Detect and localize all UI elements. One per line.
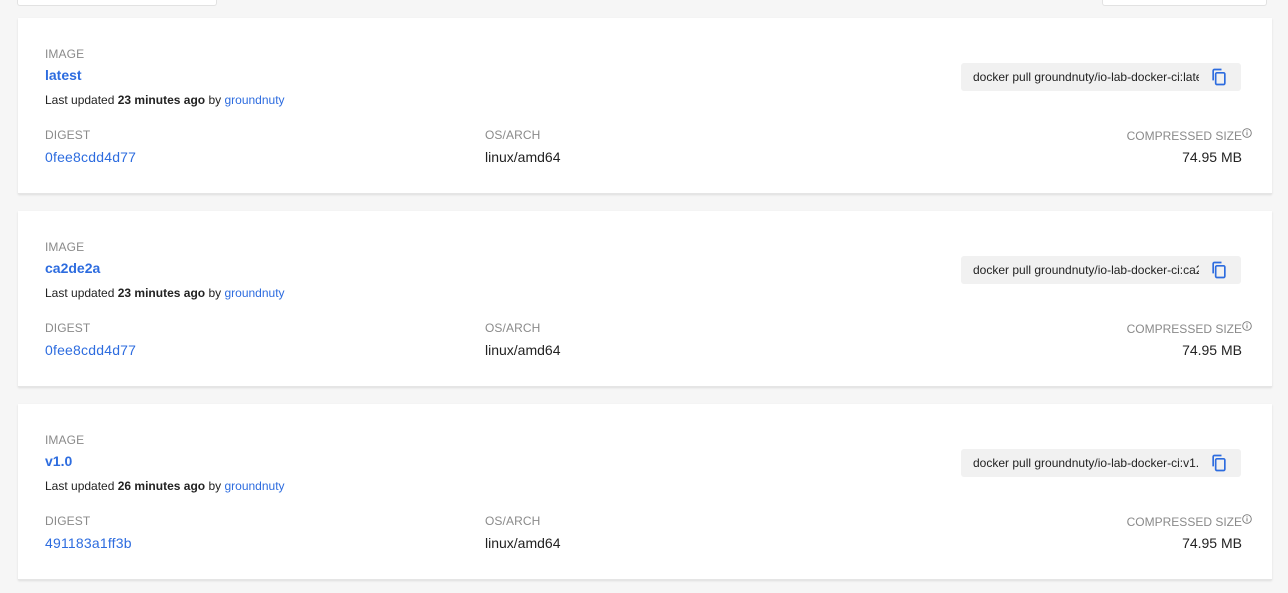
image-tag-link[interactable]: v1.0	[45, 453, 72, 469]
image-card: IMAGE v1.0 Last updated 26 minutes ago b…	[18, 404, 1272, 580]
copy-icon[interactable]	[1209, 67, 1229, 87]
image-label: IMAGE	[45, 433, 85, 447]
image-label: IMAGE	[45, 240, 85, 254]
os-arch-value: linux/amd64	[485, 342, 561, 358]
info-icon[interactable]	[1242, 128, 1252, 138]
compressed-size-label: COMPRESSED SIZE	[1126, 129, 1242, 143]
updated-by: by	[208, 286, 222, 300]
digest-link[interactable]: 0fee8cdd4d77	[45, 149, 136, 165]
user-link[interactable]: groundnuty	[224, 479, 284, 493]
pull-command-box[interactable]: docker pull groundnuty/io-lab-docker-ci:…	[961, 63, 1241, 91]
compressed-size-label: COMPRESSED SIZE	[1126, 515, 1242, 529]
copy-icon[interactable]	[1209, 453, 1229, 473]
updated-by: by	[208, 93, 222, 107]
user-link[interactable]: groundnuty	[224, 93, 284, 107]
last-updated: Last updated 26 minutes ago by groundnut…	[45, 479, 285, 493]
pull-command-text[interactable]: docker pull groundnuty/io-lab-docker-ci:…	[973, 263, 1199, 277]
pull-command-box[interactable]: docker pull groundnuty/io-lab-docker-ci:…	[961, 449, 1241, 477]
compressed-size-value: 74.95 MB	[1182, 535, 1242, 551]
image-tag-link[interactable]: latest	[45, 67, 82, 83]
top-control-left[interactable]	[17, 0, 217, 6]
digest-label: DIGEST	[45, 514, 91, 528]
user-link[interactable]: groundnuty	[224, 286, 284, 300]
top-control-right[interactable]	[1102, 0, 1267, 6]
last-updated: Last updated 23 minutes ago by groundnut…	[45, 93, 285, 107]
pull-command-text[interactable]: docker pull groundnuty/io-lab-docker-ci:…	[973, 70, 1199, 84]
digest-label: DIGEST	[45, 321, 91, 335]
os-arch-label: OS/ARCH	[485, 128, 541, 142]
updated-prefix: Last updated	[45, 479, 115, 493]
os-arch-label: OS/ARCH	[485, 514, 541, 528]
os-arch-label: OS/ARCH	[485, 321, 541, 335]
compressed-size-value: 74.95 MB	[1182, 149, 1242, 165]
image-card: IMAGE latest Last updated 23 minutes ago…	[18, 18, 1272, 194]
digest-link[interactable]: 491183a1ff3b	[45, 535, 132, 551]
pull-command-box[interactable]: docker pull groundnuty/io-lab-docker-ci:…	[961, 256, 1241, 284]
updated-prefix: Last updated	[45, 93, 115, 107]
info-icon[interactable]	[1242, 514, 1252, 524]
compressed-size-label: COMPRESSED SIZE	[1126, 322, 1242, 336]
image-tag-link[interactable]: ca2de2a	[45, 260, 100, 276]
pull-command-text[interactable]: docker pull groundnuty/io-lab-docker-ci:…	[973, 456, 1199, 470]
updated-time: 23 minutes ago	[117, 93, 206, 107]
last-updated: Last updated 23 minutes ago by groundnut…	[45, 286, 285, 300]
digest-label: DIGEST	[45, 128, 91, 142]
updated-prefix: Last updated	[45, 286, 115, 300]
info-icon[interactable]	[1242, 321, 1252, 331]
os-arch-value: linux/amd64	[485, 149, 561, 165]
copy-icon[interactable]	[1209, 260, 1229, 280]
compressed-size-value: 74.95 MB	[1182, 342, 1242, 358]
image-card: IMAGE ca2de2a Last updated 23 minutes ag…	[18, 211, 1272, 387]
image-label: IMAGE	[45, 47, 85, 61]
updated-time: 26 minutes ago	[117, 479, 206, 493]
digest-link[interactable]: 0fee8cdd4d77	[45, 342, 136, 358]
updated-time: 23 minutes ago	[117, 286, 206, 300]
updated-by: by	[208, 479, 222, 493]
os-arch-value: linux/amd64	[485, 535, 561, 551]
